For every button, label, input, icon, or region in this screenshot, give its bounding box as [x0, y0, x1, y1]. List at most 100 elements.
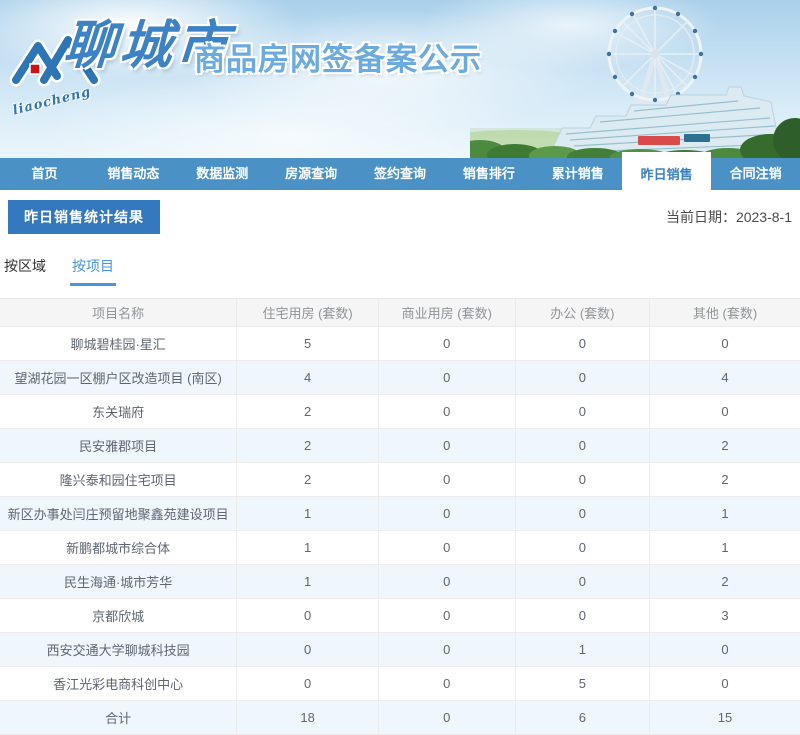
count-cell: 0: [378, 395, 515, 429]
subtab-by-project[interactable]: 按项目: [70, 256, 116, 286]
table-row: 京都欣城0003: [0, 599, 800, 633]
count-cell: 0: [650, 667, 800, 701]
count-cell: 2: [237, 463, 379, 497]
table-body: 聊城碧桂园·星汇5000望湖花园一区棚户区改造项目 (南区)4004东关瑞府20…: [0, 327, 800, 735]
column-header: 其他 (套数): [650, 299, 800, 327]
content-area: 昨日销售统计结果 当前日期：2023-8-1 按区域按项目 项目名称住宅用房 (…: [0, 200, 800, 735]
count-cell: 0: [515, 531, 649, 565]
count-cell: 0: [515, 429, 649, 463]
nav-bar: 首页销售动态数据监测房源查询签约查询销售排行累计销售昨日销售合同注销: [0, 158, 800, 190]
subtab-by-region[interactable]: 按区域: [2, 256, 48, 286]
count-cell: 0: [650, 633, 800, 667]
project-name-cell: 东关瑞府: [0, 395, 237, 429]
project-name-cell: 西安交通大学聊城科技园: [0, 633, 237, 667]
nav-tab-housing-query[interactable]: 房源查询: [267, 158, 356, 190]
count-cell: 2: [650, 429, 800, 463]
table-row: 民安雅郡项目2002: [0, 429, 800, 463]
sales-table: 项目名称住宅用房 (套数)商业用房 (套数)办公 (套数)其他 (套数) 聊城碧…: [0, 298, 800, 735]
count-cell: 2: [237, 429, 379, 463]
count-cell: 0: [378, 565, 515, 599]
count-cell: 0: [515, 497, 649, 531]
count-cell: 18: [237, 701, 379, 735]
count-cell: 0: [515, 565, 649, 599]
count-cell: 0: [378, 531, 515, 565]
count-cell: 0: [515, 361, 649, 395]
count-cell: 1: [515, 633, 649, 667]
project-name-cell: 民生海通·城市芳华: [0, 565, 237, 599]
column-header: 办公 (套数): [515, 299, 649, 327]
project-name-cell: 京都欣城: [0, 599, 237, 633]
count-cell: 1: [650, 531, 800, 565]
count-cell: 1: [237, 565, 379, 599]
project-name-cell: 望湖花园一区棚户区改造项目 (南区): [0, 361, 237, 395]
table-total-row: 合计180615: [0, 701, 800, 735]
project-name-cell: 隆兴泰和园住宅项目: [0, 463, 237, 497]
table-row: 香江光彩电商科创中心0050: [0, 667, 800, 701]
table-header-row: 项目名称住宅用房 (套数)商业用房 (套数)办公 (套数)其他 (套数): [0, 299, 800, 327]
count-cell: 0: [378, 327, 515, 361]
subtabs: 按区域按项目: [2, 256, 800, 286]
table-row: 新区办事处闫庄预留地聚鑫苑建设项目1001: [0, 497, 800, 531]
nav-tab-sales-ranking[interactable]: 销售排行: [444, 158, 533, 190]
table-row: 东关瑞府2000: [0, 395, 800, 429]
current-date: 当前日期：2023-8-1: [666, 207, 792, 227]
project-name-cell: 聊城碧桂园·星汇: [0, 327, 237, 361]
table-row: 隆兴泰和园住宅项目2002: [0, 463, 800, 497]
nav-tab-sales-dynamics[interactable]: 销售动态: [89, 158, 178, 190]
count-cell: 5: [237, 327, 379, 361]
count-cell: 0: [650, 327, 800, 361]
count-cell: 0: [378, 361, 515, 395]
current-date-value: 2023-8-1: [736, 209, 792, 225]
nav-tab-yesterday-sales[interactable]: 昨日销售: [622, 152, 711, 196]
column-header: 项目名称: [0, 299, 237, 327]
count-cell: 4: [650, 361, 800, 395]
count-cell: 0: [378, 599, 515, 633]
nav-tab-data-monitoring[interactable]: 数据监测: [178, 158, 267, 190]
section-title-badge: 昨日销售统计结果: [8, 200, 160, 234]
nav-tab-cumulative-sales[interactable]: 累计销售: [533, 158, 622, 190]
column-header: 住宅用房 (套数): [237, 299, 379, 327]
nav-tab-signing-query[interactable]: 签约查询: [356, 158, 445, 190]
count-cell: 5: [515, 667, 649, 701]
project-name-cell: 民安雅郡项目: [0, 429, 237, 463]
table-row: 新鹏都城市综合体1001: [0, 531, 800, 565]
site-header-banner: liaocheng 聊城市 商品房网签备案公示: [0, 0, 800, 158]
count-cell: 0: [378, 633, 515, 667]
count-cell: 0: [515, 463, 649, 497]
count-cell: 1: [237, 497, 379, 531]
count-cell: 0: [515, 327, 649, 361]
count-cell: 0: [237, 633, 379, 667]
count-cell: 2: [650, 565, 800, 599]
project-name-cell: 香江光彩电商科创中心: [0, 667, 237, 701]
table-row: 聊城碧桂园·星汇5000: [0, 327, 800, 361]
count-cell: 0: [378, 429, 515, 463]
count-cell: 0: [378, 667, 515, 701]
nav-tab-contract-cancellation[interactable]: 合同注销: [711, 158, 800, 190]
count-cell: 0: [237, 599, 379, 633]
count-cell: 1: [237, 531, 379, 565]
count-cell: 1: [650, 497, 800, 531]
project-name-cell: 新鹏都城市综合体: [0, 531, 237, 565]
column-header: 商业用房 (套数): [378, 299, 515, 327]
table-row: 民生海通·城市芳华1002: [0, 565, 800, 599]
count-cell: 0: [650, 395, 800, 429]
count-cell: 2: [650, 463, 800, 497]
count-cell: 3: [650, 599, 800, 633]
project-name-cell: 新区办事处闫庄预留地聚鑫苑建设项目: [0, 497, 237, 531]
table-row: 望湖花园一区棚户区改造项目 (南区)4004: [0, 361, 800, 395]
city-scene-illustration: [470, 0, 800, 158]
count-cell: 0: [515, 599, 649, 633]
count-cell: 6: [515, 701, 649, 735]
count-cell: 0: [378, 463, 515, 497]
count-cell: 0: [378, 701, 515, 735]
site-title-main: 商品房网签备案公示: [194, 44, 482, 75]
count-cell: 4: [237, 361, 379, 395]
count-cell: 0: [237, 667, 379, 701]
nav-tab-home[interactable]: 首页: [0, 158, 89, 190]
count-cell: 0: [378, 497, 515, 531]
project-name-cell: 合计: [0, 701, 237, 735]
current-date-label: 当前日期：: [666, 209, 736, 225]
table-row: 西安交通大学聊城科技园0010: [0, 633, 800, 667]
count-cell: 2: [237, 395, 379, 429]
count-cell: 0: [515, 395, 649, 429]
